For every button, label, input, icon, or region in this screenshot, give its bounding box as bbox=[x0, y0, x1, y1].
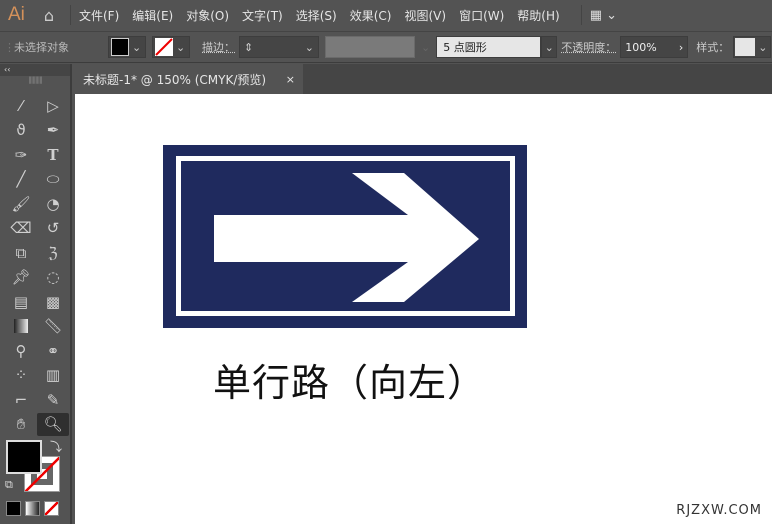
graph-icon[interactable]: ▥ bbox=[37, 364, 69, 388]
panel-grip[interactable]: |||||||||| bbox=[0, 76, 70, 94]
collapse-icon[interactable]: ‹‹ bbox=[0, 64, 70, 76]
watermark: RJZXW.COM bbox=[676, 503, 762, 518]
one-way-sign[interactable] bbox=[75, 94, 772, 524]
menu-window[interactable]: 窗口(W) bbox=[459, 7, 504, 24]
symbol-sprayer-icon[interactable]: ⁘ bbox=[5, 364, 37, 388]
brush-label: 5 点圆形 bbox=[443, 41, 487, 54]
tools-panel: ‹‹ |||||||||| ⁄ ▷ ϑ ✒ ✑ T ╱ ⬭ 🖌︎ ◔ ⌫ ↺ ⧉… bbox=[0, 64, 72, 524]
brush-definition[interactable]: 5 点圆形 bbox=[436, 36, 542, 58]
menu-type[interactable]: 文字(T) bbox=[242, 7, 283, 24]
fill-stroke-widget[interactable]: ⤵ ⧉ bbox=[0, 434, 72, 498]
blend-icon[interactable]: ⚭ bbox=[37, 339, 69, 363]
stroke-label: 描边： bbox=[202, 41, 235, 54]
type-icon[interactable]: T bbox=[37, 143, 69, 167]
perspective-grid-icon[interactable]: ▤ bbox=[5, 290, 37, 314]
variable-width-profile[interactable] bbox=[325, 36, 415, 58]
mesh-icon[interactable]: ▩ bbox=[37, 290, 69, 314]
brush-dropdown[interactable]: ⌄ bbox=[541, 36, 558, 58]
control-bar: ⋮ 未选择对象 ⌄ ⌄ 描边： ⇕ ⌄ ⌄ 5 点圆形 ⌄ 不透明度： 100% ›… bbox=[0, 31, 772, 63]
stroke-weight-input[interactable]: ⇕ ⌄ bbox=[239, 36, 319, 58]
menu-help[interactable]: 帮助(H) bbox=[517, 7, 559, 24]
rotate-icon[interactable]: ↺ bbox=[37, 217, 69, 241]
selection-status: 未选择对象 bbox=[14, 41, 69, 54]
style-label: 样式： bbox=[696, 41, 730, 54]
fill-swatch[interactable]: ⌄ bbox=[108, 36, 146, 58]
artboard-canvas[interactable]: 单行路（向左） RJZXW.COM bbox=[75, 94, 772, 524]
lasso-icon[interactable]: ϑ bbox=[5, 119, 37, 143]
slice-icon[interactable]: ✎ bbox=[37, 388, 69, 412]
app-logo: Ai bbox=[8, 4, 25, 25]
stroke-swatch[interactable]: ⌄ bbox=[152, 36, 190, 58]
eyedropper-icon[interactable]: ⚲ bbox=[5, 339, 37, 363]
home-icon[interactable]: ⌂ bbox=[36, 6, 62, 25]
eraser-icon[interactable]: ⌫ bbox=[5, 217, 37, 241]
gradient-icon[interactable] bbox=[5, 315, 37, 339]
magic-wand-icon[interactable]: ⁄ bbox=[5, 94, 37, 118]
warp-icon[interactable]: ℨ bbox=[37, 241, 69, 265]
sign-caption: 单行路（向左） bbox=[213, 361, 487, 405]
measure-icon[interactable]: 📏︎ bbox=[37, 315, 69, 339]
menu-select[interactable]: 选择(S) bbox=[296, 7, 337, 24]
curvature-icon[interactable]: ✑ bbox=[5, 143, 37, 167]
tab-title: 未标题-1* @ 150% (CMYK/预览) bbox=[83, 72, 267, 87]
menu-edit[interactable]: 编辑(E) bbox=[132, 7, 173, 24]
document-tabs: 未标题-1* @ 150% (CMYK/预览) × bbox=[75, 64, 772, 94]
perspective-select-icon[interactable]: ◌ bbox=[37, 266, 69, 290]
hand-icon[interactable]: ✋︎ bbox=[5, 413, 37, 437]
ellipse-icon[interactable]: ⬭ bbox=[37, 168, 69, 192]
divider bbox=[580, 5, 582, 25]
opacity-input[interactable]: 100% › bbox=[620, 36, 689, 58]
swap-icon[interactable]: ⤵ bbox=[50, 438, 62, 455]
style-swatch[interactable]: ⌄ bbox=[733, 36, 772, 58]
scale-icon[interactable]: ⧉ bbox=[5, 241, 37, 265]
none-button[interactable] bbox=[44, 501, 59, 516]
divider bbox=[70, 5, 71, 25]
line-icon[interactable]: ╱ bbox=[5, 168, 37, 192]
menu-file[interactable]: 文件(F) bbox=[79, 7, 119, 24]
direct-selection-icon[interactable]: ▷ bbox=[37, 94, 69, 118]
color-mode-row bbox=[6, 501, 59, 516]
zoom-icon[interactable]: 🔍︎ bbox=[37, 412, 69, 436]
document-tab[interactable]: 未标题-1* @ 150% (CMYK/预览) × bbox=[75, 64, 303, 94]
fill-black-swatch[interactable] bbox=[6, 440, 42, 474]
pen-icon[interactable]: ✒ bbox=[37, 119, 69, 143]
default-colors-icon[interactable]: ⧉ bbox=[5, 478, 13, 492]
opacity-label: 不透明度： bbox=[561, 41, 617, 54]
paintbrush-icon[interactable]: 🖌︎ bbox=[5, 192, 37, 216]
menu-object[interactable]: 对象(O) bbox=[186, 7, 229, 24]
gradient-button[interactable] bbox=[25, 501, 40, 516]
color-button[interactable] bbox=[6, 501, 21, 516]
grip-icon: ⋮ bbox=[4, 40, 15, 54]
shaper-icon[interactable]: ◔ bbox=[37, 192, 69, 216]
menu-view[interactable]: 视图(V) bbox=[404, 7, 446, 24]
chevron-down-icon: ⌄ bbox=[421, 40, 431, 54]
menu-effect[interactable]: 效果(C) bbox=[350, 7, 392, 24]
menu-bar: Ai ⌂ 文件(F) 编辑(E) 对象(O) 文字(T) 选择(S) 效果(C)… bbox=[0, 0, 772, 30]
pin-icon[interactable]: 📌︎ bbox=[5, 266, 37, 290]
workspace-switcher-icon[interactable]: ▦ ⌄ bbox=[590, 8, 617, 23]
none-stroke-icon bbox=[155, 38, 173, 56]
opacity-value: 100% bbox=[625, 40, 657, 54]
artboard-icon[interactable]: ⌐ bbox=[5, 388, 37, 412]
close-icon[interactable]: × bbox=[286, 73, 295, 86]
